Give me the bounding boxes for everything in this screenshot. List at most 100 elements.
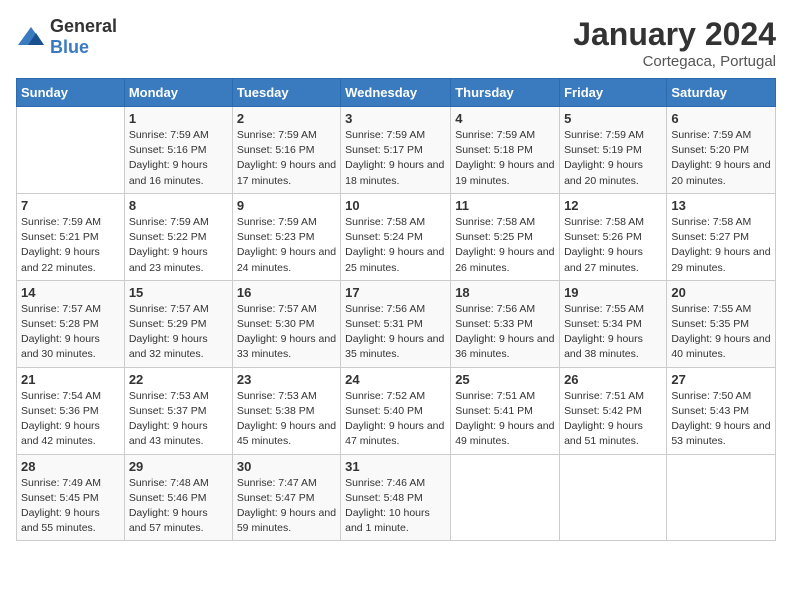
logo-blue: Blue	[50, 37, 89, 57]
day-info: Sunrise: 7:59 AMSunset: 5:16 PMDaylight:…	[237, 128, 336, 189]
logo-text: General Blue	[50, 16, 117, 58]
day-cell: 18Sunrise: 7:56 AMSunset: 5:33 PMDayligh…	[451, 280, 560, 367]
day-number: 27	[671, 372, 771, 387]
header-cell-sunday: Sunday	[17, 79, 125, 107]
day-info: Sunrise: 7:59 AMSunset: 5:21 PMDaylight:…	[21, 215, 120, 276]
day-cell: 26Sunrise: 7:51 AMSunset: 5:42 PMDayligh…	[560, 367, 667, 454]
day-info: Sunrise: 7:51 AMSunset: 5:42 PMDaylight:…	[564, 389, 662, 450]
day-info: Sunrise: 7:49 AMSunset: 5:45 PMDaylight:…	[21, 476, 120, 537]
day-cell: 11 Sunrise: 7:58 AMSunset: 5:25 PMDayligh…	[451, 193, 560, 280]
day-info: Sunrise: 7:58 AMSunset: 5:25 PMDaylight:…	[455, 215, 555, 276]
day-info: Sunrise: 7:51 AMSunset: 5:41 PMDaylight:…	[455, 389, 555, 450]
day-cell	[560, 454, 667, 541]
header-cell-monday: Monday	[124, 79, 232, 107]
day-info: Sunrise: 7:57 AMSunset: 5:30 PMDaylight:…	[237, 302, 336, 363]
day-number: 16	[237, 285, 336, 300]
logo-icon	[16, 25, 46, 49]
day-cell: 21 Sunrise: 7:54 AMSunset: 5:36 PMDayligh…	[17, 367, 125, 454]
day-cell: 17 Sunrise: 7:56 AMSunset: 5:31 PMDayligh…	[341, 280, 451, 367]
week-row-3: 14 Sunrise: 7:57 AMSunset: 5:28 PMDayligh…	[17, 280, 776, 367]
day-number: 15	[129, 285, 228, 300]
day-info: Sunrise: 7:55 AMSunset: 5:35 PMDaylight:…	[671, 302, 771, 363]
day-cell: 31 Sunrise: 7:46 AMSunset: 5:48 PMDayligh…	[341, 454, 451, 541]
day-cell: 1 Sunrise: 7:59 AMSunset: 5:16 PMDaylight…	[124, 107, 232, 194]
day-cell: 28Sunrise: 7:49 AMSunset: 5:45 PMDayligh…	[17, 454, 125, 541]
day-number: 1	[129, 111, 228, 126]
day-cell: 14 Sunrise: 7:57 AMSunset: 5:28 PMDayligh…	[17, 280, 125, 367]
day-cell: 27 Sunrise: 7:50 AMSunset: 5:43 PMDayligh…	[667, 367, 776, 454]
day-number: 30	[237, 459, 336, 474]
day-number: 24	[345, 372, 446, 387]
day-cell: 24 Sunrise: 7:52 AMSunset: 5:40 PMDayligh…	[341, 367, 451, 454]
day-cell: 15 Sunrise: 7:57 AMSunset: 5:29 PMDayligh…	[124, 280, 232, 367]
day-info: Sunrise: 7:55 AMSunset: 5:34 PMDaylight:…	[564, 302, 662, 363]
header-cell-thursday: Thursday	[451, 79, 560, 107]
day-cell: 25 Sunrise: 7:51 AMSunset: 5:41 PMDayligh…	[451, 367, 560, 454]
day-info: Sunrise: 7:58 AMSunset: 5:26 PMDaylight:…	[564, 215, 662, 276]
day-number: 3	[345, 111, 446, 126]
week-row-4: 21 Sunrise: 7:54 AMSunset: 5:36 PMDayligh…	[17, 367, 776, 454]
day-number: 23	[237, 372, 336, 387]
day-cell	[667, 454, 776, 541]
page-header: General Blue January 2024 Cortegaca, Por…	[16, 16, 776, 70]
day-info: Sunrise: 7:59 AMSunset: 5:18 PMDaylight:…	[455, 128, 555, 189]
day-cell: 4 Sunrise: 7:59 AMSunset: 5:18 PMDaylight…	[451, 107, 560, 194]
day-number: 20	[671, 285, 771, 300]
day-info: Sunrise: 7:52 AMSunset: 5:40 PMDaylight:…	[345, 389, 446, 450]
day-number: 13	[671, 198, 771, 213]
day-info: Sunrise: 7:54 AMSunset: 5:36 PMDaylight:…	[21, 389, 120, 450]
day-cell: 3 Sunrise: 7:59 AMSunset: 5:17 PMDaylight…	[341, 107, 451, 194]
day-cell: 10Sunrise: 7:58 AMSunset: 5:24 PMDayligh…	[341, 193, 451, 280]
day-info: Sunrise: 7:48 AMSunset: 5:46 PMDaylight:…	[129, 476, 228, 537]
day-number: 6	[671, 111, 771, 126]
header-cell-friday: Friday	[560, 79, 667, 107]
day-cell: 5Sunrise: 7:59 AMSunset: 5:19 PMDaylight…	[560, 107, 667, 194]
day-info: Sunrise: 7:50 AMSunset: 5:43 PMDaylight:…	[671, 389, 771, 450]
day-cell: 8 Sunrise: 7:59 AMSunset: 5:22 PMDaylight…	[124, 193, 232, 280]
day-cell: 2Sunrise: 7:59 AMSunset: 5:16 PMDaylight…	[232, 107, 340, 194]
day-number: 9	[237, 198, 336, 213]
day-info: Sunrise: 7:56 AMSunset: 5:31 PMDaylight:…	[345, 302, 446, 363]
day-number: 10	[345, 198, 446, 213]
day-number: 7	[21, 198, 120, 213]
day-info: Sunrise: 7:46 AMSunset: 5:48 PMDaylight:…	[345, 476, 446, 537]
day-number: 21	[21, 372, 120, 387]
day-number: 17	[345, 285, 446, 300]
day-cell	[17, 107, 125, 194]
day-number: 31	[345, 459, 446, 474]
location-subtitle: Cortegaca, Portugal	[573, 53, 776, 70]
day-number: 29	[129, 459, 228, 474]
day-number: 25	[455, 372, 555, 387]
day-info: Sunrise: 7:58 AMSunset: 5:27 PMDaylight:…	[671, 215, 771, 276]
week-row-2: 7 Sunrise: 7:59 AMSunset: 5:21 PMDaylight…	[17, 193, 776, 280]
day-info: Sunrise: 7:53 AMSunset: 5:38 PMDaylight:…	[237, 389, 336, 450]
header-row: SundayMondayTuesdayWednesdayThursdayFrid…	[17, 79, 776, 107]
week-row-5: 28Sunrise: 7:49 AMSunset: 5:45 PMDayligh…	[17, 454, 776, 541]
day-cell: 6Sunrise: 7:59 AMSunset: 5:20 PMDaylight…	[667, 107, 776, 194]
day-cell: 7 Sunrise: 7:59 AMSunset: 5:21 PMDaylight…	[17, 193, 125, 280]
day-number: 8	[129, 198, 228, 213]
day-number: 19	[564, 285, 662, 300]
header-cell-saturday: Saturday	[667, 79, 776, 107]
day-number: 14	[21, 285, 120, 300]
day-info: Sunrise: 7:57 AMSunset: 5:29 PMDaylight:…	[129, 302, 228, 363]
day-info: Sunrise: 7:59 AMSunset: 5:22 PMDaylight:…	[129, 215, 228, 276]
calendar-table: SundayMondayTuesdayWednesdayThursdayFrid…	[16, 78, 776, 541]
day-info: Sunrise: 7:59 AMSunset: 5:23 PMDaylight:…	[237, 215, 336, 276]
day-cell: 29 Sunrise: 7:48 AMSunset: 5:46 PMDayligh…	[124, 454, 232, 541]
day-cell: 23 Sunrise: 7:53 AMSunset: 5:38 PMDayligh…	[232, 367, 340, 454]
logo-general: General	[50, 16, 117, 36]
day-info: Sunrise: 7:57 AMSunset: 5:28 PMDaylight:…	[21, 302, 120, 363]
day-info: Sunrise: 7:53 AMSunset: 5:37 PMDaylight:…	[129, 389, 228, 450]
day-cell: 16 Sunrise: 7:57 AMSunset: 5:30 PMDayligh…	[232, 280, 340, 367]
day-number: 11	[455, 198, 555, 213]
header-cell-wednesday: Wednesday	[341, 79, 451, 107]
day-info: Sunrise: 7:59 AMSunset: 5:17 PMDaylight:…	[345, 128, 446, 189]
day-number: 4	[455, 111, 555, 126]
day-info: Sunrise: 7:56 AMSunset: 5:33 PMDaylight:…	[455, 302, 555, 363]
month-year-title: January 2024	[573, 16, 776, 53]
day-cell: 22Sunrise: 7:53 AMSunset: 5:37 PMDayligh…	[124, 367, 232, 454]
day-info: Sunrise: 7:59 AMSunset: 5:16 PMDaylight:…	[129, 128, 228, 189]
day-info: Sunrise: 7:59 AMSunset: 5:19 PMDaylight:…	[564, 128, 662, 189]
week-row-1: 1 Sunrise: 7:59 AMSunset: 5:16 PMDaylight…	[17, 107, 776, 194]
